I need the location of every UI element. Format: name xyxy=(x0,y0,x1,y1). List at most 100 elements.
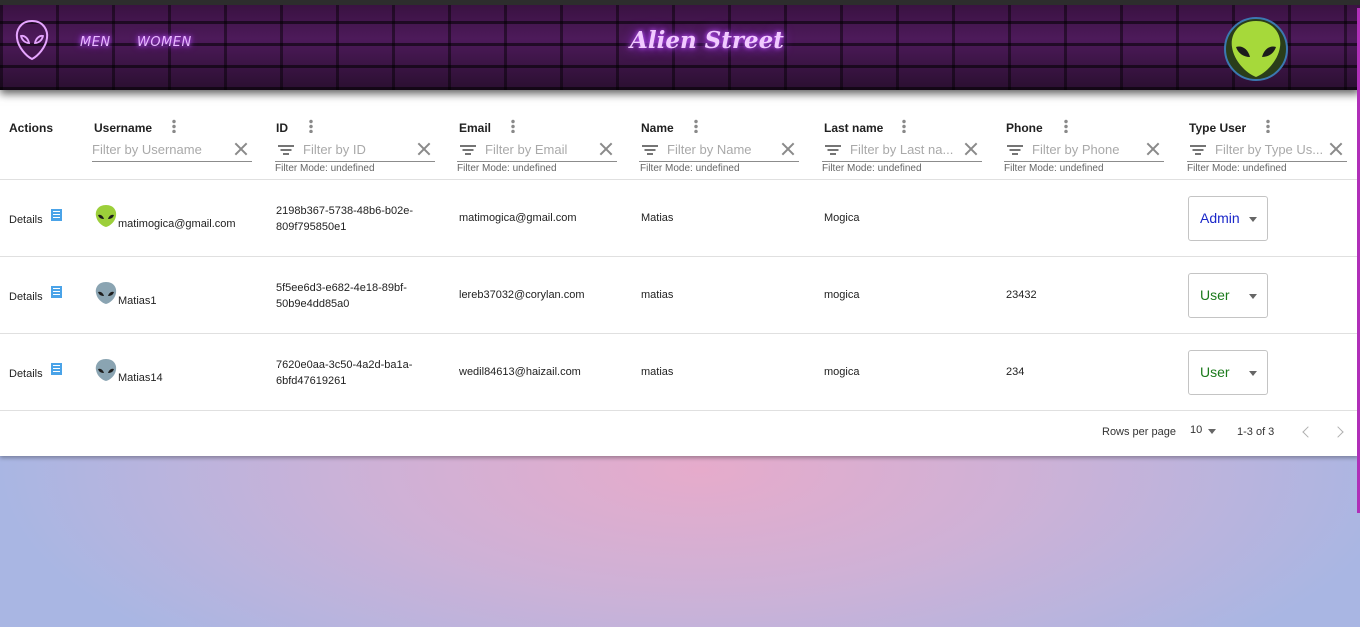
column-menu-icon[interactable] xyxy=(172,119,176,133)
column-header-id[interactable]: ID xyxy=(276,119,288,137)
filter-list-icon[interactable] xyxy=(824,143,842,157)
email-cell: wedil84613@haizail.com xyxy=(459,366,581,378)
column-header-last-name[interactable]: Last name xyxy=(824,119,883,137)
filter-mode-label: Filter Mode: undefined xyxy=(822,163,922,174)
column-title: Last name xyxy=(824,121,884,135)
previous-page-button[interactable] xyxy=(1297,422,1317,442)
list-icon[interactable] xyxy=(51,363,62,375)
filter-list-icon[interactable] xyxy=(641,143,659,157)
column-menu-icon[interactable] xyxy=(309,119,313,133)
table-header: Actions Username ID Filter Mode: undefin… xyxy=(0,86,1358,180)
id-line: 2198b367-5738-48b6-b02e- xyxy=(276,205,414,217)
filter-email xyxy=(457,138,617,162)
filter-input-phone[interactable] xyxy=(1032,142,1164,157)
column-header-username[interactable]: Username xyxy=(94,119,152,137)
filter-username xyxy=(92,138,252,162)
filter-list-icon[interactable] xyxy=(459,143,477,157)
list-icon[interactable] xyxy=(51,209,62,221)
filter-type-user xyxy=(1187,138,1347,162)
clear-icon[interactable] xyxy=(599,142,613,156)
list-icon[interactable] xyxy=(51,286,62,298)
column-title: Email xyxy=(459,121,492,135)
filter-input-id[interactable] xyxy=(303,142,435,157)
chevron-down-icon xyxy=(1249,217,1257,222)
table-row: Details Matias1 5f5ee6d3-e682-4e18-89bf-… xyxy=(0,257,1358,334)
filter-list-icon[interactable] xyxy=(1189,143,1207,157)
rows-per-page-select[interactable]: 10 xyxy=(1190,424,1217,442)
filter-mode-label: Filter Mode: undefined xyxy=(640,163,740,174)
username-cell: Matias14 xyxy=(118,372,163,384)
details-button[interactable]: Details xyxy=(9,214,43,226)
table-row: Details matimogica@gmail.com 2198b367-57… xyxy=(0,180,1358,257)
details-button[interactable]: Details xyxy=(9,368,43,380)
filter-input-email[interactable] xyxy=(485,142,617,157)
column-title: Username xyxy=(94,121,153,135)
filter-list-icon[interactable] xyxy=(277,143,295,157)
last-name-cell: Mogica xyxy=(824,212,860,224)
column-menu-icon[interactable] xyxy=(1266,119,1270,133)
column-menu-icon[interactable] xyxy=(902,119,906,133)
clear-icon[interactable] xyxy=(781,142,795,156)
name-cell: Matias xyxy=(641,212,674,224)
filter-mode-label: Filter Mode: undefined xyxy=(457,163,557,174)
column-title: Name xyxy=(641,121,674,135)
details-button[interactable]: Details xyxy=(9,291,43,303)
pagination-bar: Rows per page 10 1-3 of 3 xyxy=(0,410,1358,456)
column-header-actions: Actions xyxy=(9,119,53,137)
phone-cell: 23432 xyxy=(1006,289,1037,301)
column-menu-icon[interactable] xyxy=(511,119,515,133)
column-header-email[interactable]: Email xyxy=(459,119,491,137)
filter-input-username[interactable] xyxy=(92,142,252,157)
column-header-type-user[interactable]: Type User xyxy=(1189,119,1246,137)
next-page-button[interactable] xyxy=(1330,422,1350,442)
chevron-down-icon xyxy=(1208,429,1217,434)
chevron-down-icon xyxy=(1249,294,1257,299)
rows-per-page-value: 10 xyxy=(1190,424,1203,436)
nav-link-women[interactable]: WOMEN xyxy=(137,35,192,50)
id-line: 5f5ee6d3-e682-4e18-89bf- xyxy=(276,282,407,294)
phone-cell: 234 xyxy=(1006,366,1025,378)
alien-head-outline-icon[interactable] xyxy=(14,19,50,61)
nav-link-men[interactable]: MEN xyxy=(80,35,111,50)
type-user-select[interactable]: User xyxy=(1188,350,1268,395)
filter-input-type-user[interactable] xyxy=(1215,142,1347,157)
alien-avatar-icon[interactable] xyxy=(1224,17,1288,81)
page-range: 1-3 of 3 xyxy=(1237,426,1275,438)
filter-input-name[interactable] xyxy=(667,142,799,157)
column-header-phone[interactable]: Phone xyxy=(1006,119,1043,137)
brand-title[interactable]: Alien Street xyxy=(630,27,784,54)
chevron-down-icon xyxy=(1249,371,1257,376)
filter-list-icon[interactable] xyxy=(1006,143,1024,157)
table-row: Details Matias14 7620e0aa-3c50-4a2d-ba1a… xyxy=(0,334,1358,411)
type-user-value: User xyxy=(1200,287,1230,303)
filter-mode-label: Filter Mode: undefined xyxy=(275,163,375,174)
clear-icon[interactable] xyxy=(234,142,248,156)
id-cell: 2198b367-5738-48b6-b02e- 809f795850e1 xyxy=(276,203,441,235)
type-user-select[interactable]: User xyxy=(1188,273,1268,318)
filter-id xyxy=(275,138,435,162)
username-cell: matimogica@gmail.com xyxy=(118,218,236,230)
type-user-value: Admin xyxy=(1200,210,1240,226)
green-alien-avatar-icon xyxy=(95,205,117,227)
name-cell: matias xyxy=(641,289,674,301)
column-header-name[interactable]: Name xyxy=(641,119,674,137)
id-cell: 5f5ee6d3-e682-4e18-89bf- 50b9e4dd85a0 xyxy=(276,280,441,312)
column-menu-icon[interactable] xyxy=(1064,119,1068,133)
users-table: Actions Username ID Filter Mode: undefin… xyxy=(0,86,1358,456)
grey-alien-avatar-icon xyxy=(95,359,117,381)
clear-icon[interactable] xyxy=(417,142,431,156)
clear-icon[interactable] xyxy=(964,142,978,156)
id-line: 50b9e4dd85a0 xyxy=(276,298,350,310)
grey-alien-avatar-icon xyxy=(95,282,117,304)
filter-phone xyxy=(1004,138,1164,162)
id-line: 6bfd47619261 xyxy=(276,375,347,387)
filter-input-last-name[interactable] xyxy=(850,142,982,157)
username-cell: Matias1 xyxy=(118,295,157,307)
clear-icon[interactable] xyxy=(1146,142,1160,156)
email-cell: lereb37032@corylan.com xyxy=(459,289,585,301)
type-user-select[interactable]: Admin xyxy=(1188,196,1268,241)
clear-icon[interactable] xyxy=(1329,142,1343,156)
column-menu-icon[interactable] xyxy=(694,119,698,133)
type-user-value: User xyxy=(1200,364,1230,380)
filter-mode-label: Filter Mode: undefined xyxy=(1004,163,1104,174)
